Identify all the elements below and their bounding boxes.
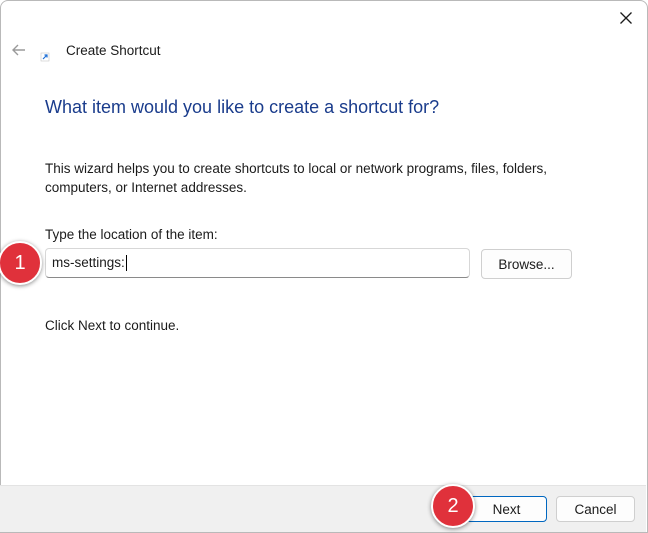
location-label: Type the location of the item: (45, 227, 218, 242)
annotation-marker-2: 2 (431, 484, 475, 528)
create-shortcut-window: Create Shortcut What item would you like… (0, 0, 648, 533)
wizard-description: This wizard helps you to create shortcut… (45, 161, 547, 195)
close-button[interactable] (615, 7, 637, 29)
location-input[interactable]: ms-settings: (45, 248, 470, 278)
close-icon (620, 12, 632, 24)
annotation-marker-1: 1 (0, 241, 42, 285)
wizard-footer (0, 485, 646, 532)
back-button[interactable] (10, 41, 28, 59)
browse-button[interactable]: Browse... (481, 249, 572, 279)
cancel-button[interactable]: Cancel (556, 496, 635, 522)
location-input-value: ms-settings: (52, 255, 125, 270)
back-arrow-icon (12, 44, 25, 56)
shortcut-icon (40, 49, 52, 62)
continue-instruction: Click Next to continue. (45, 318, 180, 333)
page-heading: What item would you like to create a sho… (45, 97, 440, 117)
window-title: Create Shortcut (66, 43, 161, 58)
next-button[interactable]: Next (466, 496, 547, 522)
text-caret (125, 255, 127, 272)
